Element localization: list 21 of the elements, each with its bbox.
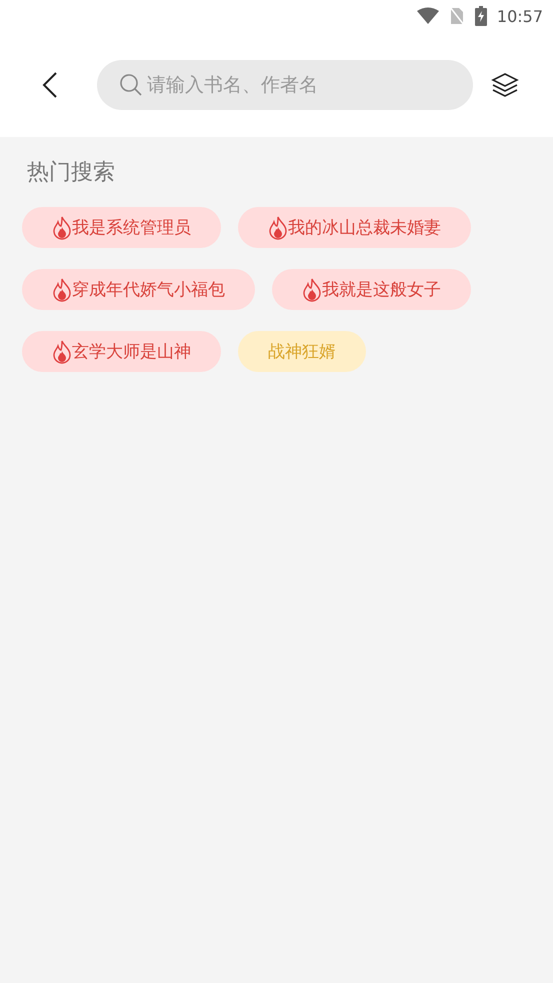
section-title: 热门搜索 <box>27 159 116 187</box>
flame-icon <box>52 216 72 240</box>
flame-icon <box>302 278 322 302</box>
search-bar[interactable]: 请输入书名、作者名 <box>97 60 473 110</box>
search-tag[interactable]: 我的冰山总裁未婚妻 <box>238 207 471 248</box>
search-tag[interactable]: 战神狂婿 <box>238 331 366 372</box>
flame-icon <box>268 216 288 240</box>
back-icon <box>42 70 58 98</box>
search-icon <box>119 72 143 96</box>
search-tag[interactable]: 我就是这般女子 <box>272 269 471 310</box>
search-tag[interactable]: 玄学大师是山神 <box>22 331 221 372</box>
wifi-icon <box>416 7 439 25</box>
no-sim-icon <box>448 6 465 26</box>
layers-icon <box>491 72 519 98</box>
flame-icon <box>52 278 72 302</box>
status-time: 10:57 <box>496 6 543 26</box>
search-tag[interactable]: 我是系统管理员 <box>22 207 221 248</box>
flame-icon <box>52 340 72 364</box>
search-field[interactable]: 请输入书名、作者名 <box>145 72 449 96</box>
search-tag[interactable]: 穿成年代娇气小福包 <box>22 269 255 310</box>
battery-icon <box>474 6 487 26</box>
